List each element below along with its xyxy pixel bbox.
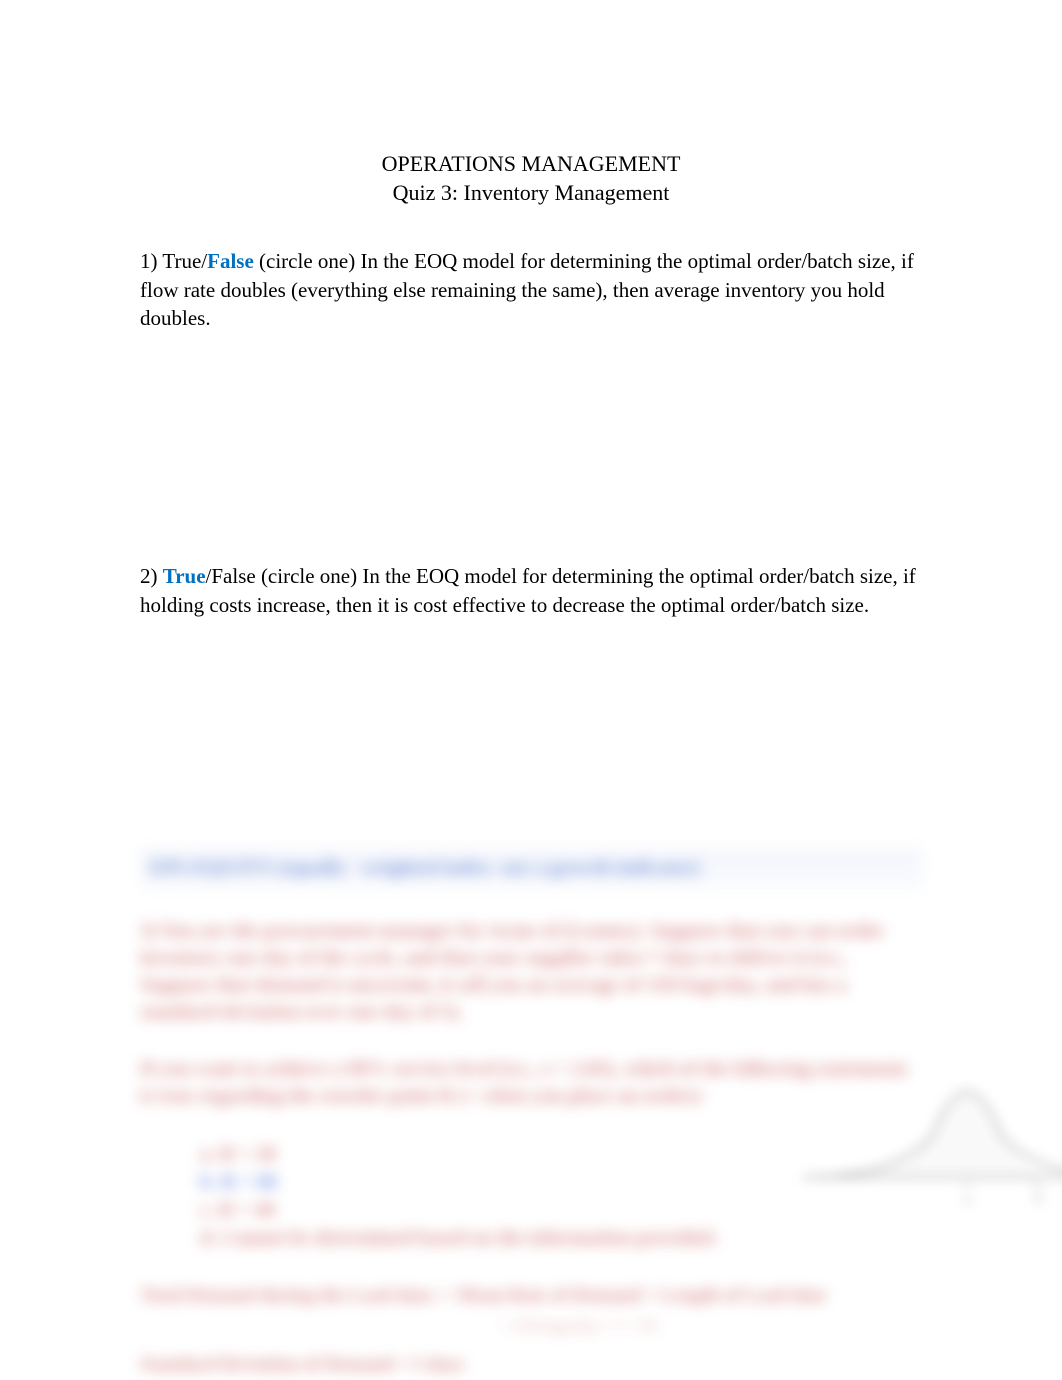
question-1: 1) True/False (circle one) In the EOQ mo…: [140, 247, 922, 332]
blur-heading: EPS-EQUITY (equally - weighted index- us…: [140, 849, 922, 888]
normal-distribution-curve: 98% μ R: [792, 987, 1062, 1207]
svg-text:R: R: [1034, 1191, 1044, 1206]
course-title: OPERATIONS MANAGEMENT: [140, 150, 922, 179]
q1-prefix: True/: [162, 249, 207, 273]
q2-answer-true: True: [163, 564, 206, 588]
page-header: OPERATIONS MANAGEMENT Quiz 3: Inventory …: [140, 150, 922, 207]
q2-number: 2): [140, 564, 163, 588]
bell-curve-icon: μ R: [792, 987, 1062, 1207]
question-2: 2) True/False (circle one) In the EOQ mo…: [140, 562, 922, 619]
blur-option-d: d. Cannot be determined based on the inf…: [200, 1224, 922, 1252]
svg-text:μ: μ: [964, 1191, 972, 1206]
q1-number: 1): [140, 249, 162, 273]
q1-text: (circle one) In the EOQ model for determ…: [140, 249, 914, 330]
blur-formula-1-sub: = 150 bags/day × 7 = 50: [500, 1318, 922, 1336]
q2-text: /False (circle one) In the EOQ model for…: [140, 564, 916, 616]
q1-answer-false: False: [207, 249, 254, 273]
blur-formula-1: Total Demand during the Lead time: = Mea…: [140, 1282, 922, 1311]
quiz-subtitle: Quiz 3: Inventory Management: [140, 179, 922, 208]
blur-formula-2: Standard Deviation of Demand = 5 days: [140, 1351, 922, 1380]
